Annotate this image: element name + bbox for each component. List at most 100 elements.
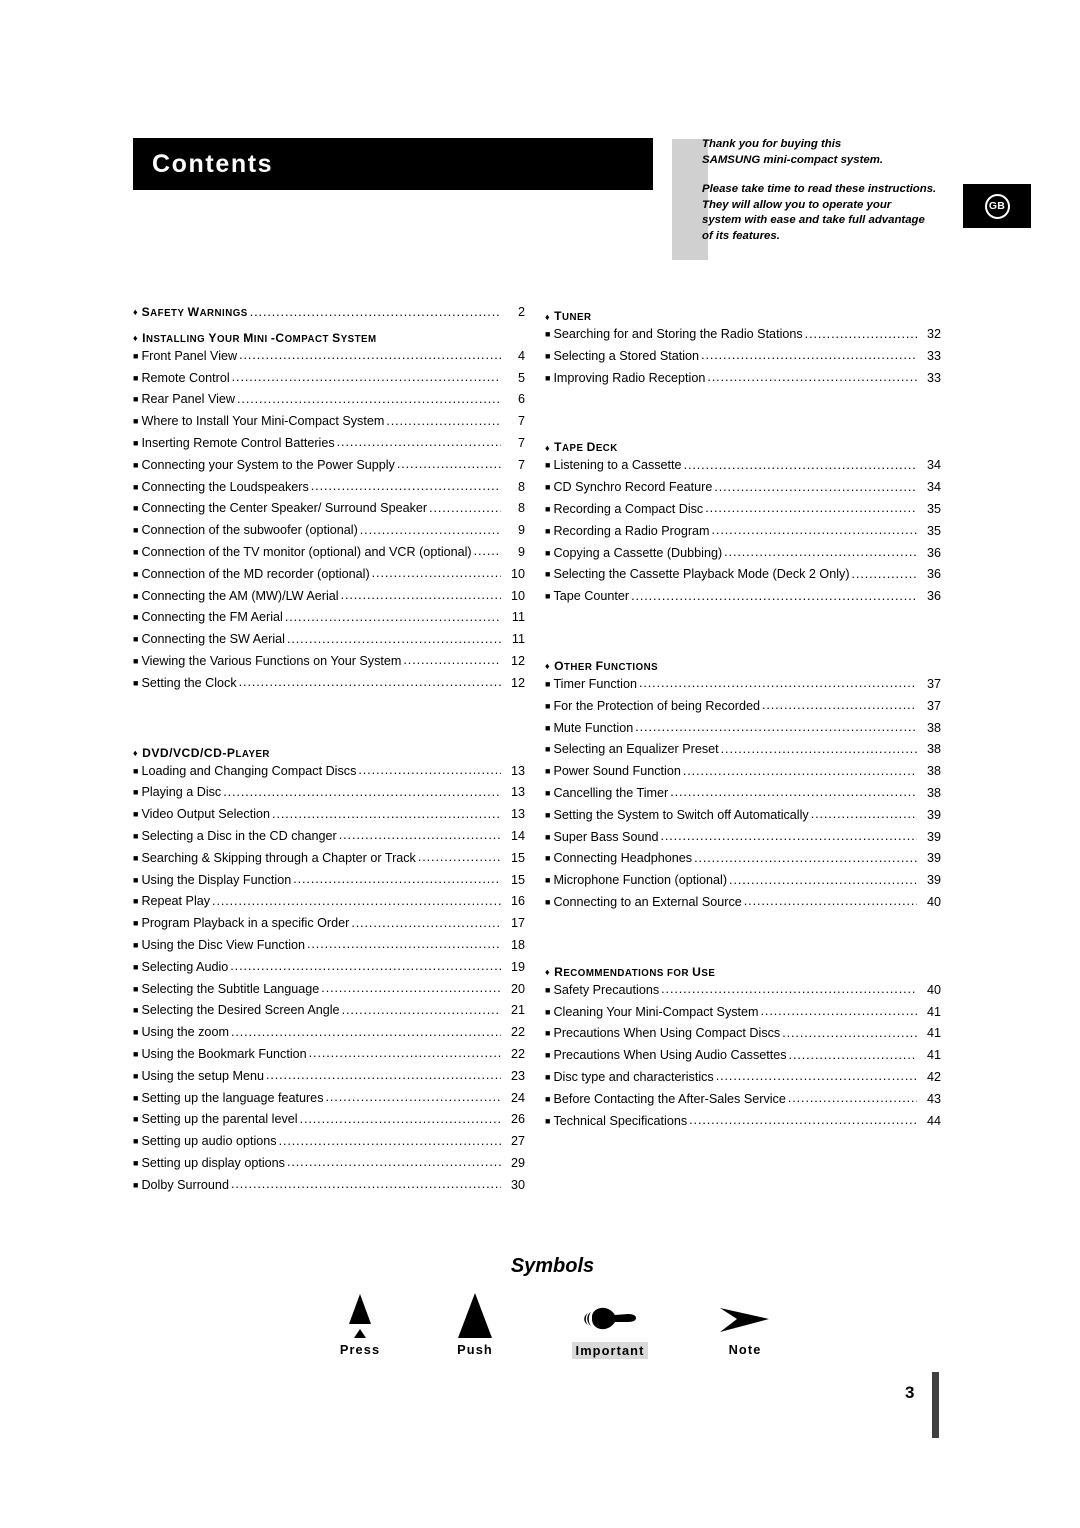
toc-entry[interactable]: ■ Tape Counter...........................… [545,589,941,611]
toc-entry[interactable]: ■ Setting the Clock......................… [133,676,525,698]
toc-entry-page: 27 [510,1134,525,1149]
toc-entry-page: 9 [517,544,525,559]
toc-entry-page: 16 [510,894,525,909]
toc-entry[interactable]: ■ Connection of the MD recorder (optional… [133,567,525,589]
toc-entry-page: 32 [926,327,941,341]
toc-entry[interactable]: ■ Disc type and characteristics..........… [545,1070,941,1092]
toc-entry[interactable]: ■ Repeat Play............................… [133,894,525,916]
leader-dots: ........................................… [338,828,501,843]
toc-entry[interactable]: ■ For the Protection of being Recorded...… [545,699,941,721]
toc-section-dvd-vcd-cd-player: ♦ DVD/VCD/CD-PLAYER [133,745,270,760]
toc-entry[interactable]: ■ Precautions When Using Compact Discs...… [545,1026,941,1048]
toc-entry[interactable]: ■ Connection of the subwoofer (optional).… [133,523,525,545]
toc-entry[interactable]: ■ CD Synchro Record Feature..............… [545,480,941,502]
toc-entry[interactable]: ■ Connecting your System to the Power Sup… [133,458,525,480]
toc-entry[interactable]: ■ Technical Specifications...............… [545,1114,941,1136]
toc-entry[interactable]: ■ Using the zoom.........................… [133,1025,525,1047]
toc-entry[interactable]: ■ Recording a Compact Disc...............… [545,502,941,524]
toc-entry[interactable]: ■ Selecting a Stored Station.............… [545,349,941,371]
diamond-bullet-icon: ♦ [133,333,139,344]
square-bullet-icon: ■ [545,1093,551,1104]
toc-entry[interactable]: ■ Setting up audio options...............… [133,1134,525,1156]
toc-entry-page: 19 [510,959,525,974]
toc-entry[interactable]: ■ Setting up the parental level..........… [133,1112,525,1134]
toc-entry-page: 41 [926,1026,941,1041]
toc-entry[interactable]: ■ Using the Display Function.............… [133,873,525,895]
toc-entry[interactable]: ■ Cancelling the Timer...................… [545,786,941,808]
toc-entry[interactable]: ■ Using the Bookmark Function............… [133,1047,525,1069]
toc-entry[interactable]: ■ Loading and Changing Compact Discs.....… [133,764,525,786]
toc-entry[interactable]: ■ Connecting the AM (MW)/LW Aerial.......… [133,589,525,611]
symbol-label: Important [571,1342,649,1359]
toc-entry[interactable]: ■ Rear Panel View........................… [133,392,525,414]
toc-entry-page: 22 [510,1046,525,1061]
toc-entry[interactable]: ■ Connecting the FM Aerial...............… [133,610,525,632]
toc-entry[interactable]: ■ Listening to a Cassette................… [545,458,941,480]
square-bullet-icon: ■ [133,809,139,820]
toc-entry[interactable]: ■ Connecting the Center Speaker/ Surround… [133,501,525,523]
leader-dots: ........................................… [689,1113,917,1128]
toc-entry[interactable]: ■ Where to Install Your Mini-Compact Syst… [133,414,525,436]
leader-dots: ........................................… [321,981,501,996]
toc-entry-page: 36 [926,589,941,604]
toc-entry-page: 2 [517,305,525,319]
toc-entry[interactable]: ■ Setting up display options.............… [133,1156,525,1178]
toc-entry[interactable]: ■ Setting up the language features.......… [133,1091,525,1113]
toc-entry[interactable]: ■ Connecting to an External Source.......… [545,895,941,917]
toc-entry[interactable]: ■ Connection of the TV monitor (optional)… [133,545,525,567]
toc-entry-page: 13 [510,763,525,778]
toc-entry[interactable]: ■ Safety Precautions.....................… [545,983,941,1005]
toc-entry-safety-warnings[interactable]: ♦ SAFETY WARNINGS........................… [133,305,525,327]
toc-entry[interactable]: ■ Using the setup Menu...................… [133,1069,525,1091]
leader-dots: ........................................… [670,785,917,800]
toc-entry[interactable]: ■ Program Playback in a specific Order...… [133,916,525,938]
toc-entry[interactable]: ■ Dolby Surround.........................… [133,1178,525,1200]
toc-entry[interactable]: ■ Selecting Audio........................… [133,960,525,982]
toc-entry[interactable]: ■ Searching & Skipping through a Chapter … [133,851,525,873]
toc-entry[interactable]: ■ Connecting the Loudspeakers............… [133,480,525,502]
toc-entry[interactable]: ■ Selecting the Cassette Playback Mode (D… [545,567,941,589]
square-bullet-icon: ■ [133,1048,139,1059]
toc-entry-label: Mute Function [553,720,634,735]
toc-entry[interactable]: ■ Precautions When Using Audio Cassettes.… [545,1048,941,1070]
toc-entry[interactable]: ■ Inserting Remote Control Batteries.....… [133,436,525,458]
diamond-bullet-icon: ♦ [133,748,139,759]
toc-entry[interactable]: ■ Before Contacting the After-Sales Servi… [545,1092,941,1114]
toc-entry[interactable]: ■ Video Output Selection.................… [133,807,525,829]
toc-entry[interactable]: ■ Cleaning Your Mini-Compact System......… [545,1005,941,1027]
toc-entry[interactable]: ■ Selecting the Subtitle Language........… [133,982,525,1004]
toc-entry[interactable]: ■ Improving Radio Reception..............… [545,371,941,393]
toc-entry[interactable]: ■ Super Bass Sound.......................… [545,830,941,852]
leader-dots: ........................................… [371,566,501,581]
toc-entry-label: Power Sound Function [553,764,681,779]
toc-entry[interactable]: ■ Remote Control.........................… [133,371,525,393]
toc-entry[interactable]: ■ Searching for and Storing the Radio Sta… [545,327,941,349]
toc-entry[interactable]: ■ Connecting the SW Aerial...............… [133,632,525,654]
toc-entry-page: 11 [511,610,525,625]
toc-entry[interactable]: ■ Viewing the Various Functions on Your S… [133,654,525,676]
toc-entry[interactable]: ■ Front Panel View.......................… [133,349,525,371]
toc-entry[interactable]: ■ Power Sound Function...................… [545,764,941,786]
toc-entry[interactable]: ■ Copying a Cassette (Dubbing)...........… [545,546,941,568]
toc-entry[interactable]: ■ Selecting an Equalizer Preset..........… [545,742,941,764]
square-bullet-icon: ■ [133,830,139,841]
toc-entry[interactable]: ■ Using the Disc View Function...........… [133,938,525,960]
toc-entry-page: 20 [510,981,525,996]
square-bullet-icon: ■ [545,525,551,536]
leader-dots: ........................................… [729,873,917,887]
toc-entry-label: Playing a Disc [141,785,222,800]
square-bullet-icon: ■ [133,939,139,950]
toc-entry[interactable]: ■ Selecting a Disc in the CD changer.....… [133,829,525,851]
page-footer: 3 [905,1360,940,1438]
toc-entry[interactable]: ■ Recording a Radio Program..............… [545,524,941,546]
toc-entry[interactable]: ■ Selecting the Desired Screen Angle.....… [133,1003,525,1025]
toc-entry[interactable]: ■ Mute Function..........................… [545,721,941,743]
toc-entry[interactable]: ■ Connecting Headphones..................… [545,851,941,873]
toc-entry-label: Recording a Compact Disc [553,501,704,516]
toc-entry[interactable]: ■ Microphone Function (optional).........… [545,873,941,895]
toc-entry[interactable]: ■ Setting the System to Switch off Automa… [545,808,941,830]
square-bullet-icon: ■ [133,459,139,470]
toc-entry[interactable]: ■ Playing a Disc.........................… [133,785,525,807]
toc-entry-label: Searching & Skipping through a Chapter o… [141,850,416,865]
toc-entry[interactable]: ■ Timer Function.........................… [545,677,941,699]
